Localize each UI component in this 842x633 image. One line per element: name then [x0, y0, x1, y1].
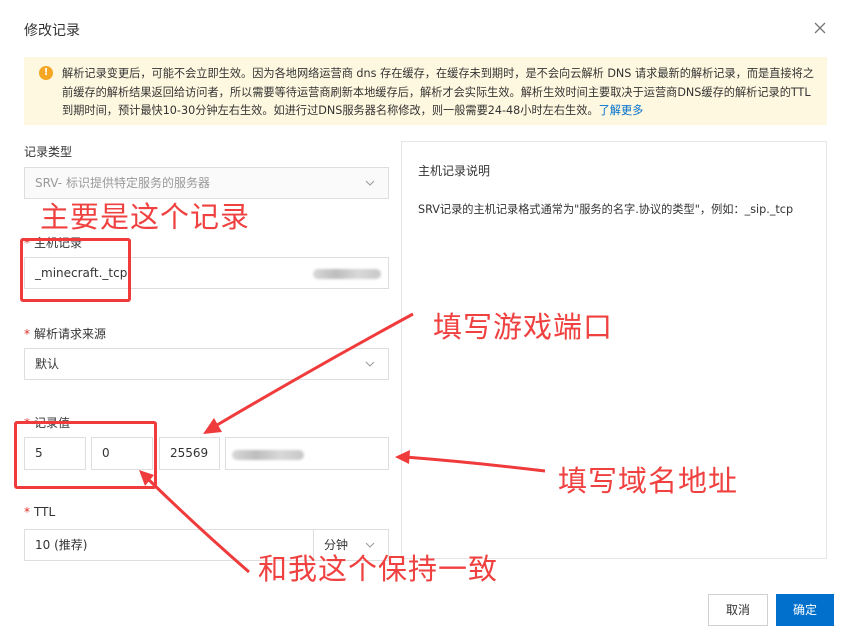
redacted-domain: [313, 269, 381, 279]
annotation-port: 填写游戏端口: [433, 310, 614, 344]
line-value: 默认: [35, 357, 60, 371]
cancel-button[interactable]: 取消: [708, 594, 768, 626]
annotation-consistent: 和我这个保持一致: [258, 552, 499, 586]
redacted-target: [232, 450, 304, 460]
annotation-box-host: [20, 238, 131, 302]
ttl-label: * TTL: [24, 505, 56, 519]
confirm-button[interactable]: 确定: [776, 594, 834, 626]
port-input[interactable]: 25569: [159, 437, 220, 470]
chevron-down-icon: [365, 361, 375, 367]
annotation-domain: 填写域名地址: [558, 464, 739, 498]
notice-text: 解析记录变更后，可能不会立即生效。因为各地网络运营商 dns 存在缓存，在缓存未…: [62, 67, 814, 118]
annotation-main-record: 主要是这个记录: [40, 200, 251, 234]
line-select[interactable]: 默认: [24, 348, 389, 380]
dialog-title: 修改记录: [24, 23, 80, 39]
record-type-label: 记录类型: [24, 145, 73, 159]
target-input[interactable]: [225, 437, 389, 470]
help-title: 主机记录说明: [418, 164, 491, 178]
help-text: SRV记录的主机记录格式通常为"服务的名字.协议的类型"，例如：_sip._tc…: [418, 203, 794, 216]
ttl-value: 10 (推荐): [35, 538, 88, 552]
notice-banner: ! 解析记录变更后，可能不会立即生效。因为各地网络运营商 dns 存在缓存，在缓…: [24, 57, 827, 125]
annotation-box-priority-weight: [14, 421, 157, 489]
port-value: 25569: [170, 446, 209, 460]
record-type-value: SRV- 标识提供特定服务的服务器: [35, 176, 210, 190]
warning-icon: !: [39, 66, 53, 80]
close-icon[interactable]: [810, 18, 830, 38]
line-label: * 解析请求来源: [24, 327, 107, 341]
chevron-down-icon: [365, 180, 375, 186]
learn-more-link[interactable]: 了解更多: [599, 104, 644, 117]
